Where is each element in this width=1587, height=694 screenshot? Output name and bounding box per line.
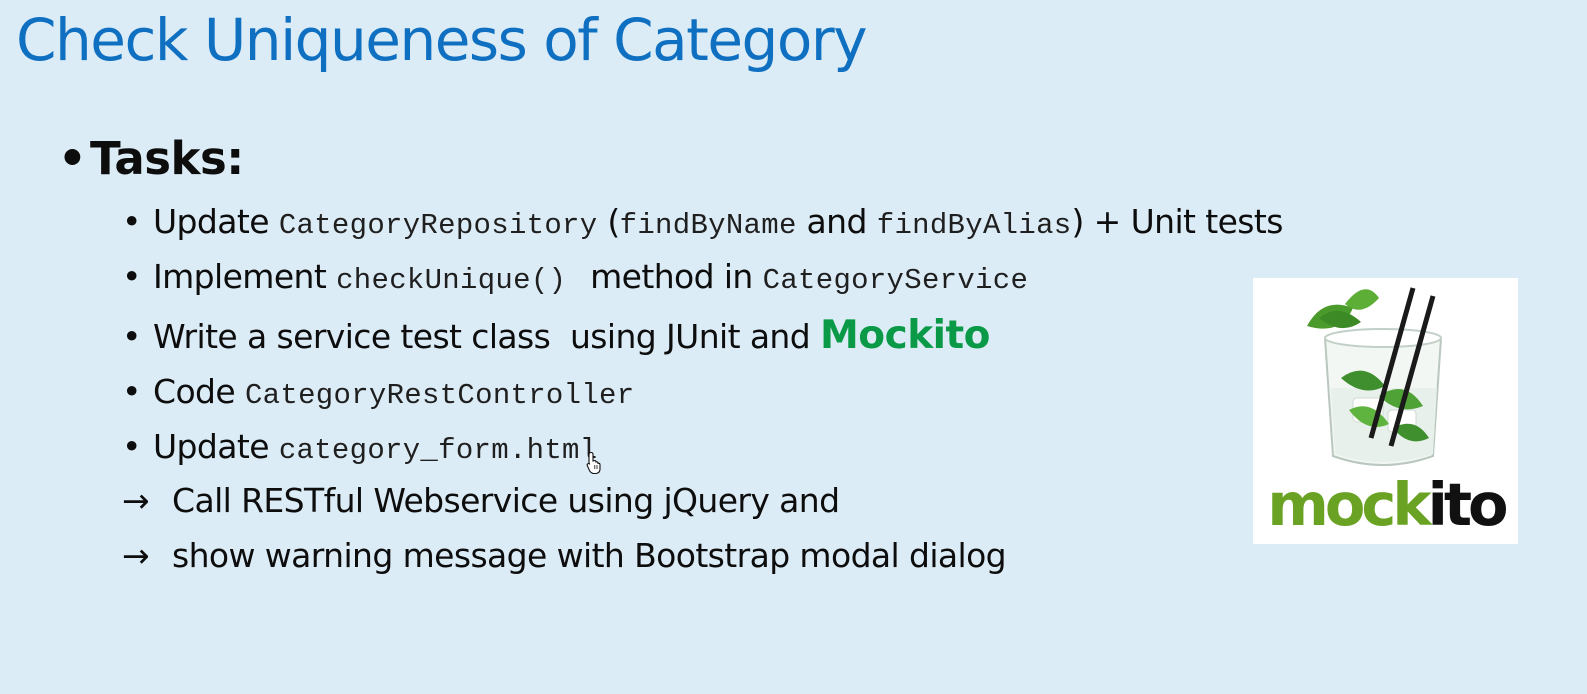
- mojito-glass-icon: [1307, 287, 1443, 466]
- item-text: Code: [153, 372, 245, 411]
- item-code: checkUnique(): [336, 264, 567, 297]
- item-text: and: [796, 202, 877, 241]
- arrow-icon: →: [122, 481, 150, 520]
- wordmark-part-ito: ito: [1427, 470, 1509, 539]
- wordmark-part-mock: mock: [1267, 470, 1431, 539]
- tasks-heading: •Tasks:: [58, 132, 244, 185]
- arrow-line-text: show warning message with Bootstrap moda…: [172, 536, 1007, 575]
- bullet: •: [122, 202, 141, 241]
- mockito-highlight: Mockito: [820, 313, 990, 358]
- item-code: category_form.html: [278, 434, 598, 467]
- item-text: Update: [153, 202, 279, 241]
- item-text: Write a service test class using JUnit a…: [153, 317, 820, 356]
- item-text: (: [597, 202, 620, 241]
- hand-pointer-icon: [586, 451, 601, 475]
- arrow-icon: →: [122, 536, 150, 575]
- tasks-heading-text: Tasks:: [90, 132, 244, 185]
- bullet: •: [58, 132, 87, 185]
- arrow-line-text: Call RESTful Webservice using jQuery and: [172, 481, 840, 520]
- task-item-implement-checkunique: • Implement checkUnique() method in Cate…: [122, 257, 1028, 297]
- item-text: Implement: [153, 257, 337, 296]
- item-code: CategoryRestController: [244, 379, 635, 412]
- task-item-service-test: • Write a service test class using JUnit…: [122, 313, 990, 358]
- item-text: ) + Unit tests: [1071, 202, 1283, 241]
- arrow-line-warning: → show warning message with Bootstrap mo…: [122, 536, 1007, 575]
- item-code: findByAlias: [876, 209, 1072, 242]
- task-item-rest-controller: • Code CategoryRestController: [122, 372, 634, 412]
- item-code: CategoryService: [762, 264, 1029, 297]
- item-text: method in: [580, 257, 763, 296]
- arrow-line-restful: → Call RESTful Webservice using jQuery a…: [122, 481, 840, 520]
- item-text: Update: [153, 427, 279, 466]
- item-code: findByName: [619, 209, 797, 242]
- bullet: •: [122, 257, 141, 296]
- task-item-update-repository: • Update CategoryRepository ( findByName…: [122, 202, 1283, 242]
- bullet: •: [122, 427, 141, 466]
- task-item-update-form: • Update category_form.html: [122, 427, 597, 467]
- bullet: •: [122, 372, 141, 411]
- item-code: CategoryRepository: [278, 209, 598, 242]
- mockito-wordmark: mockito: [1255, 475, 1517, 534]
- mockito-logo: mockito: [1253, 278, 1518, 544]
- slide-title: Check Uniqueness of Category: [16, 6, 868, 74]
- bullet: •: [122, 317, 141, 356]
